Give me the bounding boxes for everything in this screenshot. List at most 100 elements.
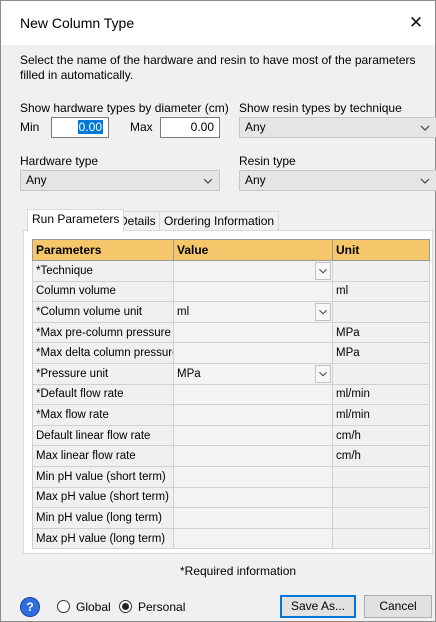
parameters-header[interactable]: Parameters — [32, 239, 174, 261]
resin-technique-value: Any — [245, 120, 266, 134]
global-radio-label[interactable]: Global — [76, 600, 111, 614]
unit-cell — [332, 507, 430, 529]
resin-technique-select[interactable]: Any — [239, 117, 436, 138]
chevron-down-icon[interactable] — [315, 303, 331, 322]
unit-cell — [332, 301, 430, 323]
table-row: Column volume ml — [32, 280, 430, 303]
unit-cell — [332, 465, 430, 488]
parameter-cell: *Max flow rate — [32, 404, 174, 426]
hardware-type-value: Any — [26, 173, 47, 187]
table-row: *Pressure unit MPa — [32, 362, 430, 385]
value-cell[interactable] — [173, 321, 333, 344]
max-diameter-input[interactable]: 0.00 — [160, 117, 220, 138]
hardware-type-select[interactable]: Any — [20, 170, 220, 191]
parameter-cell: *Max pre-column pressure — [32, 321, 174, 344]
table-row: *Column volume unit ml — [32, 301, 430, 323]
table-row: *Default flow rate ml/min — [32, 383, 430, 406]
unit-cell: ml/min — [332, 404, 430, 426]
hardware-type-label: Hardware type — [20, 154, 99, 168]
unit-cell: MPa — [332, 342, 430, 364]
table-row: Min pH value (short term) — [32, 465, 430, 488]
parameter-cell: Min pH value (short term) — [32, 465, 174, 488]
resin-type-value: Any — [245, 173, 266, 187]
value-cell[interactable] — [173, 527, 333, 550]
value-cell[interactable] — [173, 404, 333, 426]
chevron-down-icon[interactable] — [315, 262, 331, 280]
window-title: New Column Type — [20, 15, 135, 31]
parameter-cell: *Max delta column pressure — [32, 342, 174, 364]
resin-type-label: Resin type — [239, 154, 296, 168]
unit-cell — [332, 486, 430, 509]
help-icon[interactable]: ? — [21, 598, 39, 616]
resin-type-select[interactable]: Any — [239, 170, 436, 191]
unit-cell: cm/h — [332, 445, 430, 467]
radio-selected-dot — [122, 603, 129, 610]
parameters-grid: Parameters Value Unit *Technique Column … — [32, 239, 430, 550]
pressure-unit-cell[interactable]: MPa — [173, 362, 333, 385]
cancel-button[interactable]: Cancel — [364, 595, 432, 618]
value-cell[interactable] — [173, 507, 333, 529]
diameter-label: Show hardware types by diameter (cm) — [20, 101, 229, 115]
value-cell[interactable] — [173, 383, 333, 406]
run-parameters-panel: Parameters Value Unit *Technique Column … — [23, 230, 433, 554]
chevron-down-icon[interactable] — [315, 364, 331, 383]
min-diameter-input[interactable]: 0.00 — [51, 117, 109, 138]
required-information-note: *Required information — [180, 564, 297, 578]
unit-cell: cm/h — [332, 424, 430, 447]
table-row: Max pH value (long term) — [32, 527, 430, 550]
unit-header[interactable]: Unit — [332, 239, 430, 261]
table-row: *Max delta column pressure MPa — [32, 342, 430, 364]
new-column-type-dialog: New Column Type ✕ Select the name of the… — [0, 0, 436, 622]
parameter-cell: *Column volume unit — [32, 301, 174, 323]
unit-cell — [332, 362, 430, 385]
personal-radio-label[interactable]: Personal — [138, 600, 185, 614]
parameter-cell: *Pressure unit — [32, 362, 174, 385]
value-cell[interactable] — [173, 342, 333, 364]
value-text: MPa — [177, 367, 201, 380]
chevron-down-icon — [420, 178, 430, 184]
parameter-cell: Max pH value (long term) — [32, 527, 174, 550]
min-diameter-value: 0.00 — [77, 120, 103, 134]
value-cell[interactable] — [173, 465, 333, 488]
close-icon[interactable]: ✕ — [401, 10, 431, 36]
table-row: Min pH value (long term) — [32, 507, 430, 529]
technique-value-cell[interactable] — [173, 260, 333, 282]
parameter-cell: *Technique — [32, 260, 174, 282]
chevron-down-icon — [203, 178, 213, 184]
table-row: Max linear flow rate cm/h — [32, 445, 430, 467]
unit-cell: ml — [332, 280, 430, 303]
value-header[interactable]: Value — [173, 239, 333, 261]
table-row: *Max flow rate ml/min — [32, 404, 430, 426]
intro-text: Select the name of the hardware and resi… — [20, 53, 416, 82]
table-row: Default linear flow rate cm/h — [32, 424, 430, 447]
unit-cell: MPa — [332, 321, 430, 344]
max-label: Max — [130, 120, 153, 134]
parameter-cell: *Default flow rate — [32, 383, 174, 406]
title-bar: New Column Type ✕ — [1, 1, 435, 45]
tab-ordering-information[interactable]: Ordering Information — [159, 211, 280, 231]
unit-cell — [332, 260, 430, 282]
parameter-cell: Max linear flow rate — [32, 445, 174, 467]
value-text: ml — [177, 305, 190, 318]
value-cell[interactable] — [173, 486, 333, 509]
unit-cell — [332, 527, 430, 550]
table-row: Max pH value (short term) — [32, 486, 430, 509]
parameter-cell: Column volume — [32, 280, 174, 303]
chevron-down-icon — [420, 125, 430, 131]
resin-technique-label: Show resin types by technique — [239, 101, 402, 115]
unit-cell: ml/min — [332, 383, 430, 406]
tab-run-parameters[interactable]: Run Parameters — [27, 209, 125, 232]
value-cell[interactable] — [173, 445, 333, 467]
value-cell[interactable] — [173, 424, 333, 447]
grid-header-row: Parameters Value Unit — [32, 239, 430, 261]
save-as-button[interactable]: Save As... — [280, 595, 356, 618]
parameter-cell: Max pH value (short term) — [32, 486, 174, 509]
column-volume-unit-cell[interactable]: ml — [173, 301, 333, 323]
personal-radio[interactable] — [119, 600, 132, 613]
min-label: Min — [20, 120, 40, 134]
global-radio[interactable] — [57, 600, 70, 613]
parameter-cell: Min pH value (long term) — [32, 507, 174, 529]
table-row: *Technique — [32, 260, 430, 282]
value-cell[interactable] — [173, 280, 333, 303]
table-row: *Max pre-column pressure MPa — [32, 321, 430, 344]
